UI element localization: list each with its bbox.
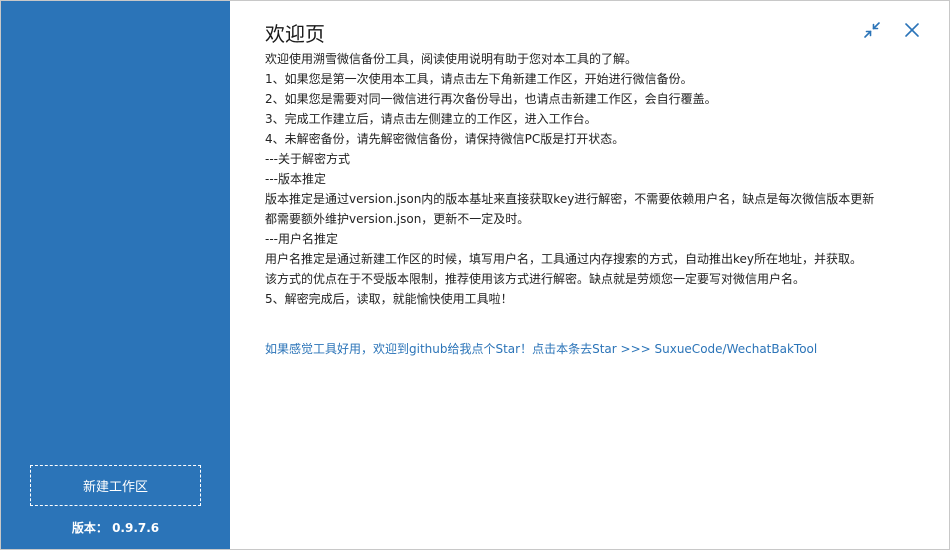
instruction-line: 都需要额外维护version.json，更新不一定及时。 — [265, 212, 530, 226]
minimize-button[interactable] — [863, 21, 881, 39]
instruction-line: 1、如果您是第一次使用本工具，请点击左下角新建工作区，开始进行微信备份。 — [265, 72, 693, 86]
shrink-arrows-icon — [864, 22, 880, 38]
version-value: 0.9.7.6 — [112, 521, 160, 535]
main-content: 欢迎页 欢迎使用溯雪微信备份工具，阅读使用说明有助于您对本工具的了解。 1、如果… — [230, 1, 949, 549]
version-info: 版本： 0.9.7.6 — [1, 519, 230, 536]
new-workspace-button[interactable]: 新建工作区 — [30, 465, 201, 506]
instruction-line: 5、解密完成后，读取，就能愉快使用工具啦！ — [265, 292, 513, 306]
instruction-line: 3、完成工作建立后，请点击左侧建立的工作区，进入工作台。 — [265, 112, 597, 126]
close-button[interactable] — [903, 21, 921, 39]
window-controls — [863, 21, 921, 39]
instruction-line: ---关于解密方式 — [265, 152, 350, 166]
page-title: 欢迎页 — [265, 22, 325, 46]
instruction-line: 欢迎使用溯雪微信备份工具，阅读使用说明有助于您对本工具的了解。 — [265, 52, 638, 66]
instruction-line: 该方式的优点在于不受版本限制，推荐使用该方式进行解密。缺点就是劳烦您一定要写对微… — [265, 272, 806, 286]
github-star-link[interactable]: 如果感觉工具好用，欢迎到github给我点个Star！点击本条去Star >>>… — [265, 339, 817, 359]
close-icon — [905, 23, 919, 37]
instruction-line: 4、未解密备份，请先解密微信备份，请保持微信PC版是打开状态。 — [265, 132, 625, 146]
sidebar: 新建工作区 版本： 0.9.7.6 — [1, 1, 230, 549]
version-label: 版本： — [71, 521, 108, 535]
instruction-line: 版本推定是通过version.json内的版本基址来直接获取key进行解密，不需… — [265, 192, 875, 206]
instruction-line: 用户名推定是通过新建工作区的时候，填写用户名，工具通过内存搜索的方式，自动推出k… — [265, 252, 863, 266]
instruction-line: 2、如果您是需要对同一微信进行再次备份导出，也请点击新建工作区，会自行覆盖。 — [265, 92, 717, 106]
instruction-line: ---用户名推定 — [265, 232, 338, 246]
instruction-line: ---版本推定 — [265, 172, 326, 186]
instructions: 欢迎使用溯雪微信备份工具，阅读使用说明有助于您对本工具的了解。 1、如果您是第一… — [265, 49, 885, 309]
app-window: 新建工作区 版本： 0.9.7.6 欢迎页 欢迎使用溯雪微信备份工具，阅读使用说… — [0, 0, 950, 550]
